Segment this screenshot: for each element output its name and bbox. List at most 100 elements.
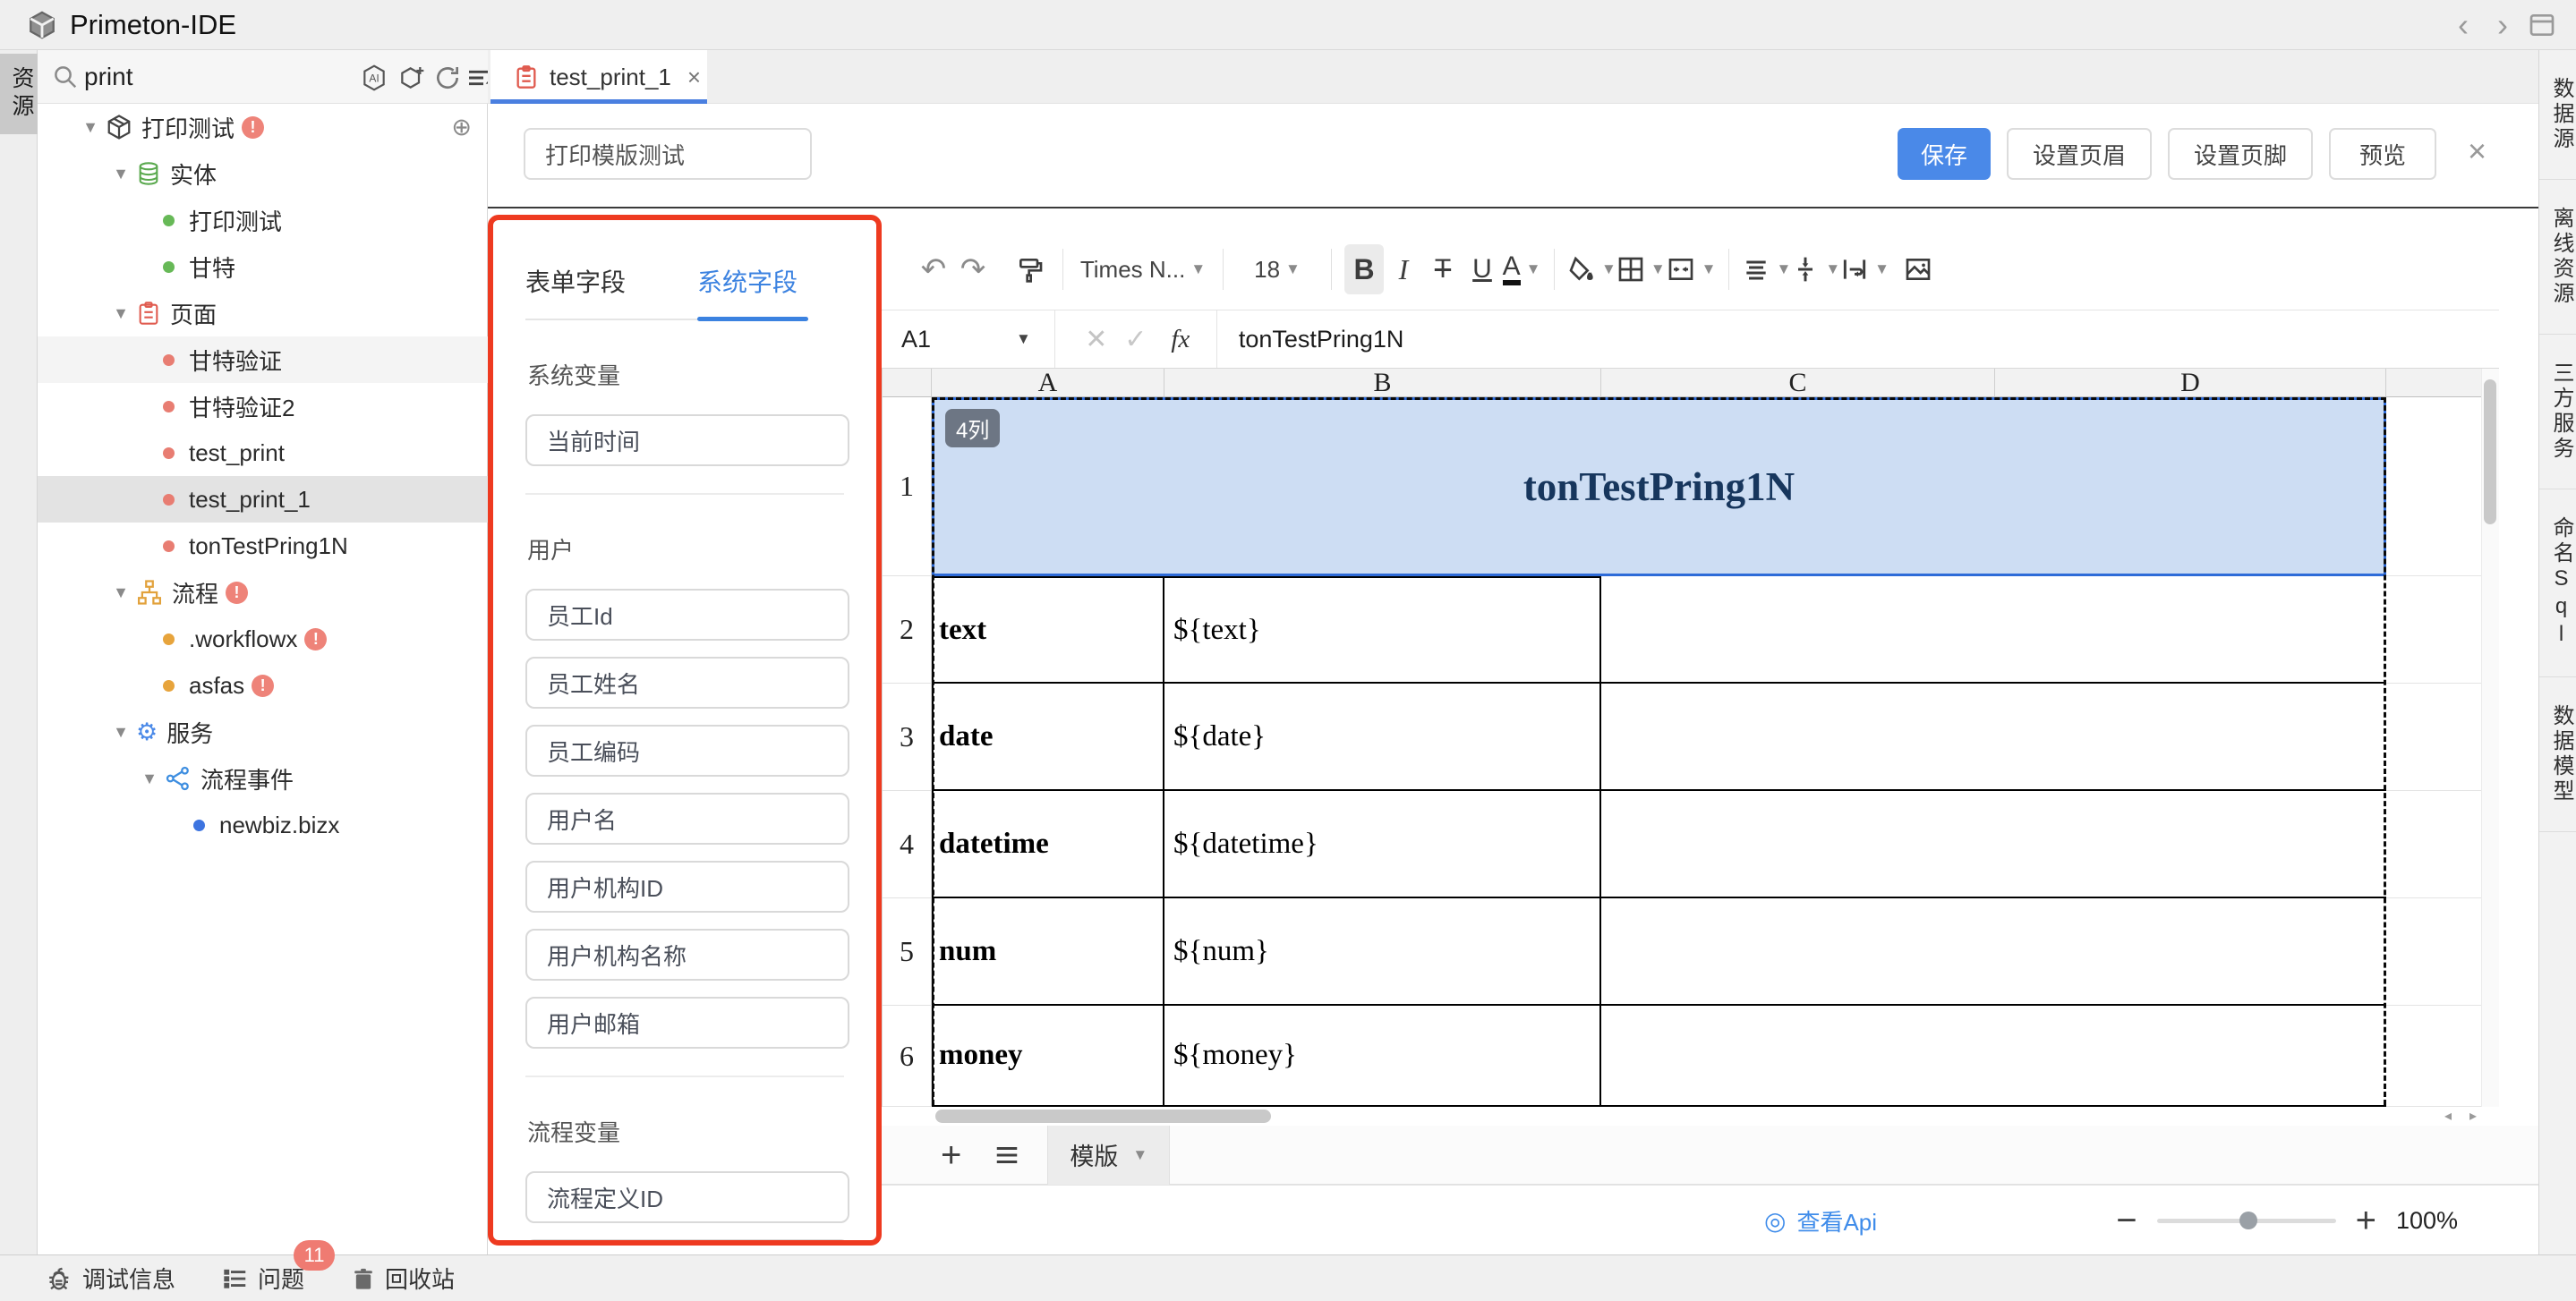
row-header[interactable]: 2 — [883, 576, 932, 684]
vertical-align-icon[interactable]: ▼ — [1791, 244, 1840, 294]
zoom-in-icon[interactable]: + — [2356, 1203, 2376, 1238]
search-input[interactable] — [84, 59, 344, 95]
label-cell[interactable]: text — [932, 576, 1164, 684]
formula-input[interactable]: tonTestPring1N — [1239, 326, 1404, 353]
locate-icon[interactable]: ⊕ — [451, 114, 472, 141]
tree-item[interactable]: tonTestPring1N — [38, 523, 488, 569]
refresh-icon[interactable] — [433, 64, 462, 92]
format-painter-icon[interactable] — [1011, 244, 1050, 294]
field-chip[interactable]: 流程中文名称 — [525, 1239, 849, 1246]
cell-ref-dropdown-icon[interactable]: ▼ — [1016, 330, 1031, 348]
merge-cells-icon[interactable]: ▼ — [1666, 244, 1717, 294]
vertical-scrollbar[interactable] — [2481, 369, 2499, 1107]
tree-item[interactable]: ▼流程! — [38, 569, 488, 616]
column-header-D[interactable]: D — [1995, 369, 2386, 397]
sheet-list-icon[interactable] — [992, 1142, 1022, 1169]
new-resource-icon[interactable] — [397, 64, 426, 92]
field-chip[interactable]: 流程定义ID — [525, 1171, 849, 1223]
tree-item[interactable]: 甘特验证 — [38, 336, 488, 383]
tree-item[interactable]: .workflowx! — [38, 616, 488, 662]
expand-arrow-icon[interactable]: ▼ — [109, 723, 132, 742]
grid-cell[interactable] — [1601, 576, 1995, 684]
label-cell[interactable]: datetime — [932, 791, 1164, 898]
grid-cell[interactable] — [1995, 684, 2386, 791]
expand-arrow-icon[interactable]: ▼ — [138, 770, 161, 788]
row-header[interactable]: 4 — [883, 791, 932, 898]
field-chip[interactable]: 用户机构名称 — [525, 929, 849, 981]
zoom-slider[interactable] — [2157, 1219, 2336, 1223]
field-chip[interactable]: 当前时间 — [525, 414, 849, 466]
value-cell[interactable]: ${datetime} — [1164, 791, 1601, 898]
expand-arrow-icon[interactable]: ▼ — [79, 118, 102, 137]
horizontal-align-icon[interactable]: ▼ — [1742, 244, 1791, 294]
font-family-select[interactable]: Times N...▼ — [1076, 244, 1210, 294]
right-rail-tab[interactable]: 数据源 — [2539, 50, 2576, 180]
field-chip[interactable]: 员工编码 — [525, 725, 849, 777]
grid-cell[interactable] — [1601, 1006, 1995, 1107]
tree-item[interactable]: 打印测试 — [38, 197, 488, 243]
grid-cell[interactable] — [1601, 791, 1995, 898]
row-header[interactable]: 3 — [883, 684, 932, 791]
column-header-C[interactable]: C — [1601, 369, 1995, 397]
grid-corner[interactable] — [883, 369, 932, 397]
label-cell[interactable]: num — [932, 898, 1164, 1006]
formula-cancel-icon[interactable]: ✕ — [1077, 324, 1116, 355]
label-cell[interactable]: money — [932, 1006, 1164, 1107]
set-page-footer-button[interactable]: 设置页脚 — [2168, 128, 2313, 180]
label-cell[interactable]: date — [932, 684, 1164, 791]
template-name-input[interactable] — [524, 128, 812, 180]
nav-back-icon[interactable]: ‹ — [2445, 7, 2481, 43]
add-sheet-icon[interactable]: + — [941, 1137, 961, 1173]
statusbar-item-list[interactable]: 问题11 — [222, 1262, 304, 1295]
window-frame-icon[interactable] — [2528, 11, 2556, 39]
view-api-link[interactable]: ◎ 查看Api — [1764, 1186, 1877, 1255]
tree-item[interactable]: test_print — [38, 429, 488, 476]
editor-tab[interactable]: test_print_1 × — [490, 50, 707, 104]
save-button[interactable]: 保存 — [1898, 128, 1991, 180]
value-cell[interactable]: ${date} — [1164, 684, 1601, 791]
expand-arrow-icon[interactable]: ▼ — [109, 583, 132, 602]
column-header-A[interactable]: A — [932, 369, 1164, 397]
row-header[interactable]: 5 — [883, 898, 932, 1006]
tree-item[interactable]: ▼实体 — [38, 150, 488, 197]
value-cell[interactable]: ${num} — [1164, 898, 1601, 1006]
tree-item[interactable]: 甘特 — [38, 243, 488, 290]
tree-item[interactable]: ▼打印测试!⊕ — [38, 104, 488, 150]
bold-icon[interactable]: B — [1344, 244, 1384, 294]
value-cell[interactable]: ${text} — [1164, 576, 1601, 684]
right-rail-tab[interactable]: 离线资源 — [2539, 180, 2576, 335]
tab-form-fields[interactable]: 表单字段 — [525, 263, 626, 320]
statusbar-item-trash[interactable]: 回收站 — [351, 1262, 455, 1295]
borders-icon[interactable]: ▼ — [1616, 244, 1666, 294]
formula-confirm-icon[interactable]: ✓ — [1116, 324, 1156, 355]
strikethrough-icon[interactable]: T — [1423, 244, 1463, 294]
value-cell[interactable]: ${money} — [1164, 1006, 1601, 1107]
field-chip[interactable]: 用户机构ID — [525, 861, 849, 913]
tree-item[interactable]: ▼页面 — [38, 290, 488, 336]
grid-cell[interactable] — [1601, 684, 1995, 791]
italic-icon[interactable]: I — [1384, 244, 1423, 294]
expand-arrow-icon[interactable]: ▼ — [109, 165, 132, 183]
hscroll-left-icon[interactable]: ◂ — [2436, 1107, 2460, 1125]
tab-system-fields[interactable]: 系统字段 — [697, 263, 798, 320]
fill-color-icon[interactable]: ▼ — [1567, 244, 1616, 294]
underline-icon[interactable]: U — [1463, 244, 1502, 294]
nav-forward-icon[interactable]: › — [2485, 7, 2521, 43]
expand-arrow-icon[interactable]: ▼ — [109, 304, 132, 323]
sheet-tab-template[interactable]: 模版▼ — [1047, 1126, 1170, 1185]
undo-icon[interactable]: ↶ — [914, 244, 953, 294]
grid-cell[interactable] — [1995, 576, 2386, 684]
merged-title-cell[interactable]: 4列tonTestPring1N — [932, 397, 2386, 576]
cell-reference[interactable]: A1 — [882, 326, 1016, 353]
right-rail-tab[interactable]: 命名Sql — [2539, 489, 2576, 677]
redo-icon[interactable]: ↷ — [953, 244, 993, 294]
hscroll-right-icon[interactable]: ▸ — [2461, 1107, 2485, 1125]
grid-cell[interactable] — [1995, 898, 2386, 1006]
left-rail-tab-resources[interactable]: 资源 — [0, 54, 38, 134]
row-header[interactable]: 6 — [883, 1006, 932, 1107]
function-icon[interactable]: fx — [1156, 325, 1206, 354]
right-rail-tab[interactable]: 三方服务 — [2539, 335, 2576, 489]
zoom-out-icon[interactable]: − — [2116, 1203, 2137, 1238]
horizontal-scrollbar[interactable]: ◂ ▸ — [882, 1107, 2499, 1126]
tab-close-icon[interactable]: × — [687, 64, 701, 91]
